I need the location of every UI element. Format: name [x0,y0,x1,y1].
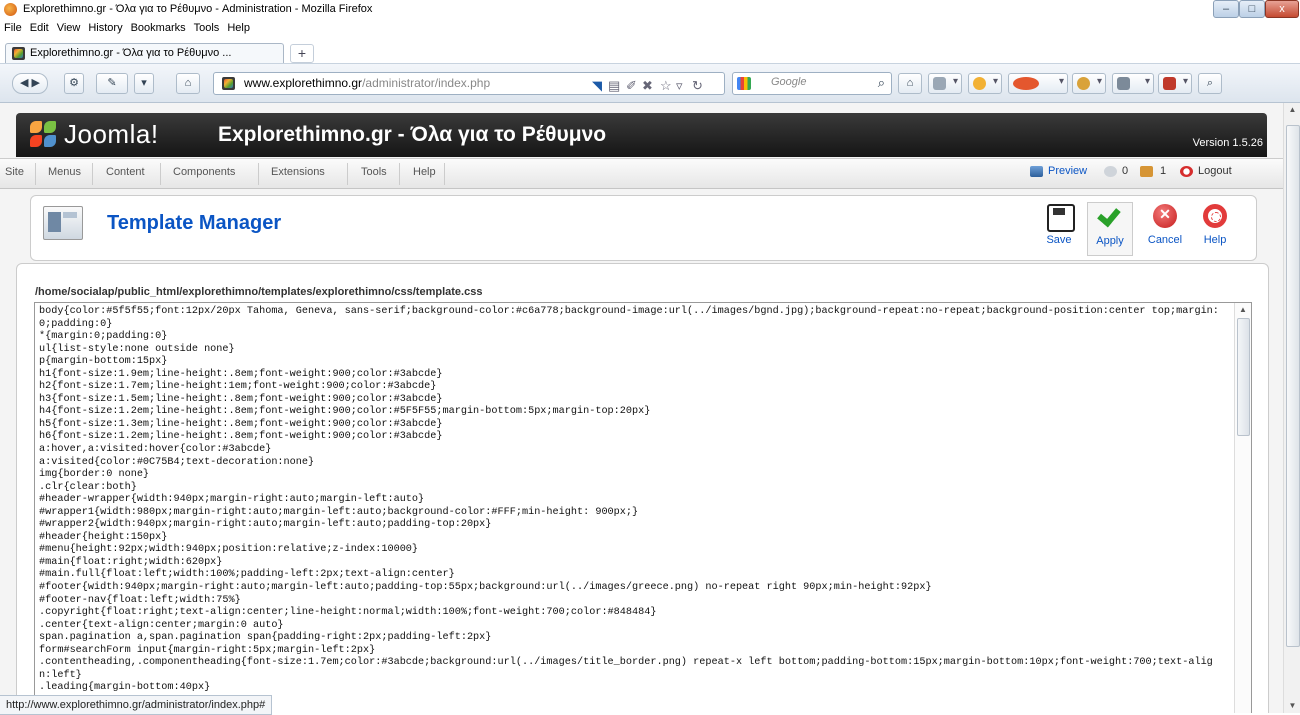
joomla-logo-icon [30,121,58,148]
admin-menu: Site Menus Content Components Extensions… [0,158,1283,189]
bookmark-flag-icon[interactable]: ◥ [592,75,602,96]
reload-icon[interactable]: ↻ [692,75,703,96]
pencil-icon[interactable]: ✎ [96,73,128,94]
page-scroll-down-icon[interactable]: ▼ [1284,699,1300,713]
menu-bar: File Edit View History Bookmarks Tools Help [0,19,1300,39]
window-titlebar: Explorethimno.gr - Όλα για το Ρέθυμνο - … [0,0,1300,19]
page-scroll-thumb[interactable] [1286,125,1300,647]
template-manager-icon [43,206,83,240]
home-page-icon[interactable]: ⌂ [176,73,200,94]
joomla-favicon [12,47,25,60]
admin-menu-extensions[interactable]: Extensions [271,166,325,178]
tab-label: Explorethimno.gr - Όλα για το Ρέθυμνο ..… [30,47,232,59]
url-path: /administrator/index.php [362,76,491,90]
home-icon[interactable]: ⌂ [898,73,922,94]
window-title: Explorethimno.gr - Όλα για το Ρέθυμνο - … [23,3,373,15]
page-content: Joomla! Explorethimno.gr - Όλα για το Ρέ… [0,103,1283,713]
navigation-toolbar: ◀ ▶ ⚙ ✎ ▾ ⌂ www.explorethimno.gr/adminis… [0,64,1300,103]
php-icon[interactable]: ▤ [608,75,620,96]
save-button[interactable]: Save [1037,202,1081,254]
checkmark-icon [1098,205,1122,229]
menu-tools[interactable]: Tools [190,19,224,34]
site-favicon [222,77,235,90]
scroll-down-icon[interactable]: ▼ [1235,709,1251,713]
addon-button-1[interactable] [928,73,962,94]
new-tab-button[interactable]: + [290,44,314,63]
file-path: /home/socialap/public_html/explorethimno… [35,286,483,298]
star-icon[interactable]: ☆ [660,75,672,96]
scroll-up-icon[interactable]: ▲ [1235,303,1251,317]
users-count[interactable]: 1 [1160,165,1166,177]
joomla-brand: Joomla! [64,119,159,149]
help-button[interactable]: Help [1193,202,1237,254]
menu-history[interactable]: History [84,19,126,34]
menu-help[interactable]: Help [223,19,254,34]
addon-button-2[interactable] [968,73,1002,94]
save-icon [1047,204,1075,232]
url-domain: www.explorethimno.gr [244,76,363,90]
addon-button-3[interactable] [1008,73,1068,94]
editor-scroll-thumb[interactable] [1237,318,1250,436]
page-scroll-up-icon[interactable]: ▲ [1284,103,1300,117]
css-editor-textarea[interactable]: body{color:#5f5f55;font:12px/20px Tahoma… [34,302,1252,713]
logout-link[interactable]: Logout [1198,165,1232,177]
menu-bookmarks[interactable]: Bookmarks [127,19,190,34]
addon-button-4[interactable] [1072,73,1106,94]
zoom-icon[interactable]: ⌕ [1198,73,1222,94]
menu-file[interactable]: File [0,19,26,34]
joomla-header: Joomla! Explorethimno.gr - Όλα για το Ρέ… [16,113,1267,157]
admin-menu-components[interactable]: Components [173,166,235,178]
minimize-button[interactable]: – [1213,0,1239,18]
template-toolbar: Template Manager Save Apply Cancel Help [30,195,1257,261]
admin-menu-help[interactable]: Help [413,166,436,178]
admin-menu-menus[interactable]: Menus [48,166,81,178]
menu-view[interactable]: View [53,19,85,34]
users-icon [1140,166,1153,177]
preview-link[interactable]: Preview [1048,165,1087,177]
admin-menu-tools[interactable]: Tools [361,166,387,178]
shield-icon[interactable]: ⚙ [64,73,84,94]
logout-icon [1180,166,1193,177]
maximize-button[interactable]: □ [1239,0,1265,18]
preview-icon [1030,166,1043,177]
browser-tab[interactable]: Explorethimno.gr - Όλα για το Ρέθυμνο ..… [5,43,284,63]
back-forward-button[interactable]: ◀ ▶ [12,73,48,94]
version-label: Version 1.5.26 [1192,137,1263,149]
admin-menu-site[interactable]: Site [5,166,24,178]
search-engine-icon[interactable] [737,77,751,90]
page-scrollbar[interactable]: ▲ ▼ [1283,103,1300,713]
cancel-icon [1153,204,1177,228]
messages-icon [1104,166,1117,177]
lifebuoy-icon [1203,204,1227,228]
site-title: Explorethimno.gr - Όλα για το Ρέθυμνο [218,123,607,146]
search-placeholder: Google [771,76,807,88]
messages-count[interactable]: 0 [1122,165,1128,177]
status-bar: http://www.explorethimno.gr/administrato… [0,695,273,715]
menu-edit[interactable]: Edit [26,19,53,34]
addon-button-6[interactable] [1158,73,1192,94]
apply-button[interactable]: Apply [1087,202,1133,256]
search-icon[interactable]: ⌕ [878,75,885,91]
editor-scrollbar[interactable]: ▲ ▼ [1234,303,1251,713]
tab-bar: Explorethimno.gr - Όλα για το Ρέθυμνο ..… [0,40,1300,64]
wrench-icon[interactable]: ✐ [626,75,637,96]
admin-menu-content[interactable]: Content [106,166,145,178]
addon-icon[interactable]: ✖ [642,75,653,96]
page-title: Template Manager [107,212,282,234]
cancel-button[interactable]: Cancel [1143,202,1187,254]
firefox-icon [4,3,17,16]
url-bar[interactable]: www.explorethimno.gr/administrator/index… [213,72,725,95]
search-bar[interactable]: Google ⌕ [732,72,892,95]
dropdown-icon[interactable]: ▾ [134,73,154,94]
close-window-button[interactable]: x [1265,0,1299,18]
history-dropdown-icon[interactable]: ▿ [676,75,683,96]
css-content[interactable]: body{color:#5f5f55;font:12px/20px Tahoma… [35,303,1219,695]
editor-panel: /home/socialap/public_html/explorethimno… [16,263,1269,713]
addon-button-5[interactable] [1112,73,1154,94]
